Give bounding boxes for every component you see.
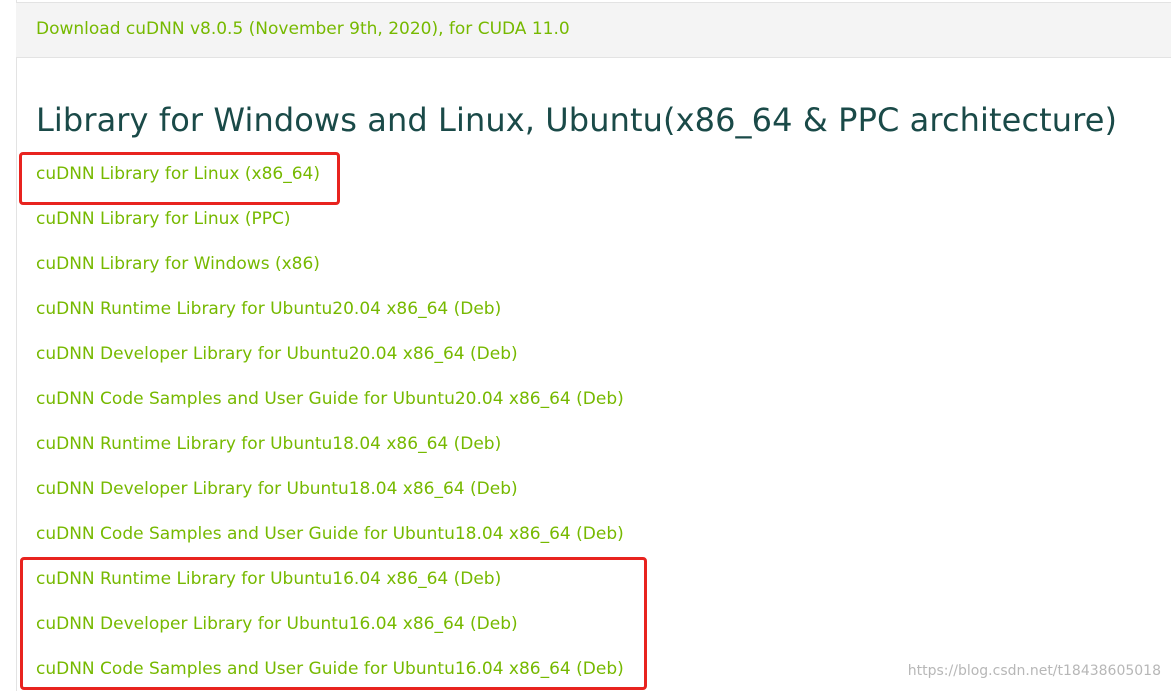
watermark: https://blog.csdn.net/t18438605018 [907,663,1161,679]
list-item: cuDNN Code Samples and User Guide for Ub… [36,522,624,567]
download-header-bar: Download cuDNN v8.0.5 (November 9th, 202… [16,2,1171,58]
link-samples-ubuntu2004[interactable]: cuDNN Code Samples and User Guide for Ub… [36,389,624,409]
link-developer-ubuntu2004[interactable]: cuDNN Developer Library for Ubuntu20.04 … [36,344,518,364]
link-windows-x86[interactable]: cuDNN Library for Windows (x86) [36,254,320,274]
download-link-list: cuDNN Library for Linux (x86_64) cuDNN L… [36,162,624,691]
left-border [16,0,17,691]
list-item: cuDNN Code Samples and User Guide for Ub… [36,657,624,691]
link-linux-x86-64[interactable]: cuDNN Library for Linux (x86_64) [36,164,320,184]
list-item: cuDNN Library for Linux (PPC) [36,207,624,252]
link-linux-ppc[interactable]: cuDNN Library for Linux (PPC) [36,209,291,229]
download-cudnn-link[interactable]: Download cuDNN v8.0.5 (November 9th, 202… [36,19,570,39]
list-item: cuDNN Developer Library for Ubuntu20.04 … [36,342,624,387]
list-item: cuDNN Developer Library for Ubuntu18.04 … [36,477,624,522]
list-item: cuDNN Runtime Library for Ubuntu16.04 x8… [36,567,624,612]
link-runtime-ubuntu2004[interactable]: cuDNN Runtime Library for Ubuntu20.04 x8… [36,299,501,319]
list-item: cuDNN Library for Windows (x86) [36,252,624,297]
list-item: cuDNN Runtime Library for Ubuntu20.04 x8… [36,297,624,342]
download-page: Download cuDNN v8.0.5 (November 9th, 202… [0,0,1171,691]
list-item: cuDNN Library for Linux (x86_64) [36,162,624,207]
link-developer-ubuntu1804[interactable]: cuDNN Developer Library for Ubuntu18.04 … [36,479,518,499]
list-item: cuDNN Runtime Library for Ubuntu18.04 x8… [36,432,624,477]
link-runtime-ubuntu1804[interactable]: cuDNN Runtime Library for Ubuntu18.04 x8… [36,434,501,454]
link-developer-ubuntu1604[interactable]: cuDNN Developer Library for Ubuntu16.04 … [36,614,518,634]
list-item: cuDNN Developer Library for Ubuntu16.04 … [36,612,624,657]
link-samples-ubuntu1804[interactable]: cuDNN Code Samples and User Guide for Ub… [36,524,624,544]
link-samples-ubuntu1604[interactable]: cuDNN Code Samples and User Guide for Ub… [36,659,624,679]
list-item: cuDNN Code Samples and User Guide for Ub… [36,387,624,432]
section-title: Library for Windows and Linux, Ubuntu(x8… [36,101,1118,139]
link-runtime-ubuntu1604[interactable]: cuDNN Runtime Library for Ubuntu16.04 x8… [36,569,501,589]
